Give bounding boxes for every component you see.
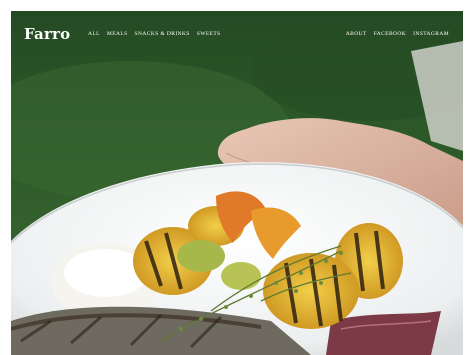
nav-link-facebook[interactable]: FACEBOOK <box>374 31 406 37</box>
nav-link-about[interactable]: ABOUT <box>346 31 367 37</box>
site-header: Farro ALL MEALS SNACKS & DRINKS SWEETS A… <box>11 11 463 59</box>
secondary-nav: ABOUT FACEBOOK INSTAGRAM <box>346 31 449 37</box>
hero-image <box>11 11 463 355</box>
nav-link-snacks-drinks[interactable]: SNACKS & DRINKS <box>135 31 190 37</box>
primary-nav: ALL MEALS SNACKS & DRINKS SWEETS <box>88 31 221 37</box>
page-frame: Farro ALL MEALS SNACKS & DRINKS SWEETS A… <box>11 11 463 355</box>
nav-link-instagram[interactable]: INSTAGRAM <box>413 31 449 37</box>
nav-link-meals[interactable]: MEALS <box>107 31 128 37</box>
nav-link-sweets[interactable]: SWEETS <box>197 31 221 37</box>
nav-link-all[interactable]: ALL <box>88 31 100 37</box>
site-logo[interactable]: Farro <box>24 25 70 43</box>
